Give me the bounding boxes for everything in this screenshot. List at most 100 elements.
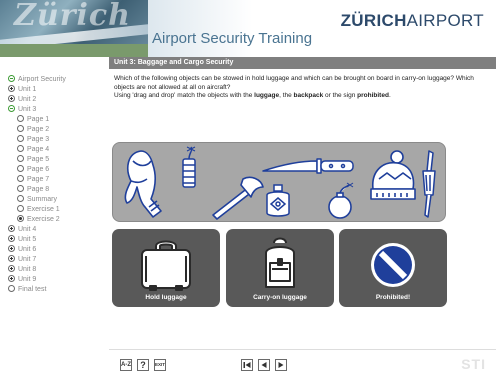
ground-image xyxy=(0,44,148,57)
nav-label: Exercise 1 xyxy=(27,206,60,213)
next-button[interactable] xyxy=(275,359,287,371)
nav-unit-5[interactable]: Unit 5 xyxy=(8,235,36,244)
circle-icon xyxy=(17,125,24,132)
prohibited-drop-target[interactable]: Prohibited! xyxy=(339,229,447,307)
text-bold: backpack xyxy=(293,92,324,99)
brand-logo: ZÜRICHAIRPORT xyxy=(341,11,484,31)
nav-exercise-2[interactable]: Exercise 2 xyxy=(17,215,60,224)
nav-label: Unit 2 xyxy=(18,96,37,103)
nav-unit-9[interactable]: Unit 9 xyxy=(8,275,36,284)
nav-page-8[interactable]: Page 8 xyxy=(17,185,49,194)
previous-icon xyxy=(261,362,267,368)
axe-icon[interactable] xyxy=(205,173,267,221)
glossary-button[interactable]: A-Z xyxy=(120,359,132,371)
nav-unit-3[interactable]: Unit 3 xyxy=(8,105,36,114)
circle-icon xyxy=(17,135,24,142)
nav-label: Page 6 xyxy=(27,166,50,173)
circle-icon xyxy=(17,175,24,182)
circle-icon xyxy=(17,185,24,192)
firecracker-icon[interactable] xyxy=(177,145,201,191)
text-span: Using 'drag and drop' match the objects … xyxy=(114,92,255,99)
nav-unit-8[interactable]: Unit 8 xyxy=(8,265,36,274)
nav-exercise-1[interactable]: Exercise 1 xyxy=(17,205,60,214)
nav-summary[interactable]: Summary xyxy=(17,195,57,204)
nav-page-3[interactable]: Page 3 xyxy=(17,135,49,144)
first-page-button[interactable] xyxy=(241,359,253,371)
help-button[interactable]: ? xyxy=(137,359,149,371)
expand-icon xyxy=(8,225,15,232)
nav-label: Unit 8 xyxy=(18,266,37,273)
circle-icon xyxy=(17,155,24,162)
collapse-icon xyxy=(8,105,15,112)
nav-unit-6[interactable]: Unit 6 xyxy=(8,245,36,254)
hold-luggage-label: Hold luggage xyxy=(145,294,187,301)
expand-icon xyxy=(8,265,15,272)
nav-label: Unit 3 xyxy=(18,106,37,113)
nav-label: Unit 5 xyxy=(18,236,37,243)
previous-button[interactable] xyxy=(258,359,270,371)
circle-icon xyxy=(17,195,24,202)
nav-label: Summary xyxy=(27,196,57,203)
collapse-icon xyxy=(8,75,15,82)
screwdriver-icon[interactable] xyxy=(415,149,439,219)
nav-label: Unit 1 xyxy=(18,86,37,93)
knife-icon[interactable] xyxy=(261,151,357,179)
nav-label: Page 3 xyxy=(27,136,50,143)
text-bold: luggage xyxy=(254,92,280,99)
nav-page-1[interactable]: Page 1 xyxy=(17,115,49,124)
nav-label: Unit 7 xyxy=(18,256,37,263)
nav-page-7[interactable]: Page 7 xyxy=(17,175,49,184)
header-banner-image: Zürich xyxy=(0,0,148,57)
circle-icon xyxy=(17,165,24,172)
nav-page-5[interactable]: Page 5 xyxy=(17,155,49,164)
nav-label: Page 1 xyxy=(27,116,50,123)
expand-icon xyxy=(8,275,15,282)
wool-hat-icon[interactable] xyxy=(367,149,419,203)
exit-button[interactable]: EXIT xyxy=(154,359,166,371)
hold-luggage-drop-target[interactable]: Hold luggage xyxy=(112,229,220,307)
nav-page-2[interactable]: Page 2 xyxy=(17,125,49,134)
expand-icon xyxy=(8,85,15,92)
nav-unit-7[interactable]: Unit 7 xyxy=(8,255,36,264)
scarf-icon[interactable] xyxy=(119,147,165,221)
brand-strong: ZÜRICH xyxy=(340,11,407,30)
circle-icon xyxy=(17,145,24,152)
text-span: , the xyxy=(279,92,294,99)
prohibited-icon xyxy=(371,243,415,287)
unit-title-bar: Unit 3: Baggage and Cargo Security xyxy=(109,57,496,69)
carry-on-luggage-drop-target[interactable]: Carry-on luggage xyxy=(226,229,334,307)
nav-label: Unit 9 xyxy=(18,276,37,283)
carry-on-luggage-label: Carry-on luggage xyxy=(253,294,307,301)
nav-final-test[interactable]: Final test xyxy=(8,285,46,294)
nav-label: Page 2 xyxy=(27,126,50,133)
nav-page-4[interactable]: Page 4 xyxy=(17,145,49,154)
prohibited-label: Prohibited! xyxy=(375,294,411,301)
nav-label: Airport Security xyxy=(18,76,66,83)
bomb-icon[interactable] xyxy=(327,181,357,221)
draggable-objects-panel xyxy=(112,142,446,222)
nav-label: Page 4 xyxy=(27,146,50,153)
expand-icon xyxy=(8,255,15,262)
first-page-icon xyxy=(243,362,251,368)
nav-airport-security[interactable]: Airport Security xyxy=(8,75,66,84)
expand-icon xyxy=(8,245,15,252)
gas-canister-icon[interactable] xyxy=(263,183,293,219)
backpack-icon xyxy=(265,237,295,288)
nav-unit-4[interactable]: Unit 4 xyxy=(8,225,36,234)
circle-icon xyxy=(17,205,24,212)
sti-logo: STI xyxy=(461,356,486,372)
nav-label: Final test xyxy=(18,286,47,293)
text-span: . xyxy=(388,92,391,99)
nav-unit-1[interactable]: Unit 1 xyxy=(8,85,36,94)
next-icon xyxy=(278,362,284,368)
nav-label: Exercise 2 xyxy=(27,216,60,223)
nav-unit-2[interactable]: Unit 2 xyxy=(8,95,36,104)
course-navigation-tree: Airport Security Unit 1 Unit 2 Unit 3 Pa… xyxy=(0,69,109,349)
expand-icon xyxy=(8,95,15,102)
nav-page-6[interactable]: Page 6 xyxy=(17,165,49,174)
nav-label: Page 8 xyxy=(27,186,50,193)
brand-light: AIRPORT xyxy=(406,11,484,30)
exercise-instructions: Which of the following objects can be st… xyxy=(114,75,486,101)
nav-label: Unit 4 xyxy=(18,226,37,233)
expand-icon xyxy=(8,235,15,242)
